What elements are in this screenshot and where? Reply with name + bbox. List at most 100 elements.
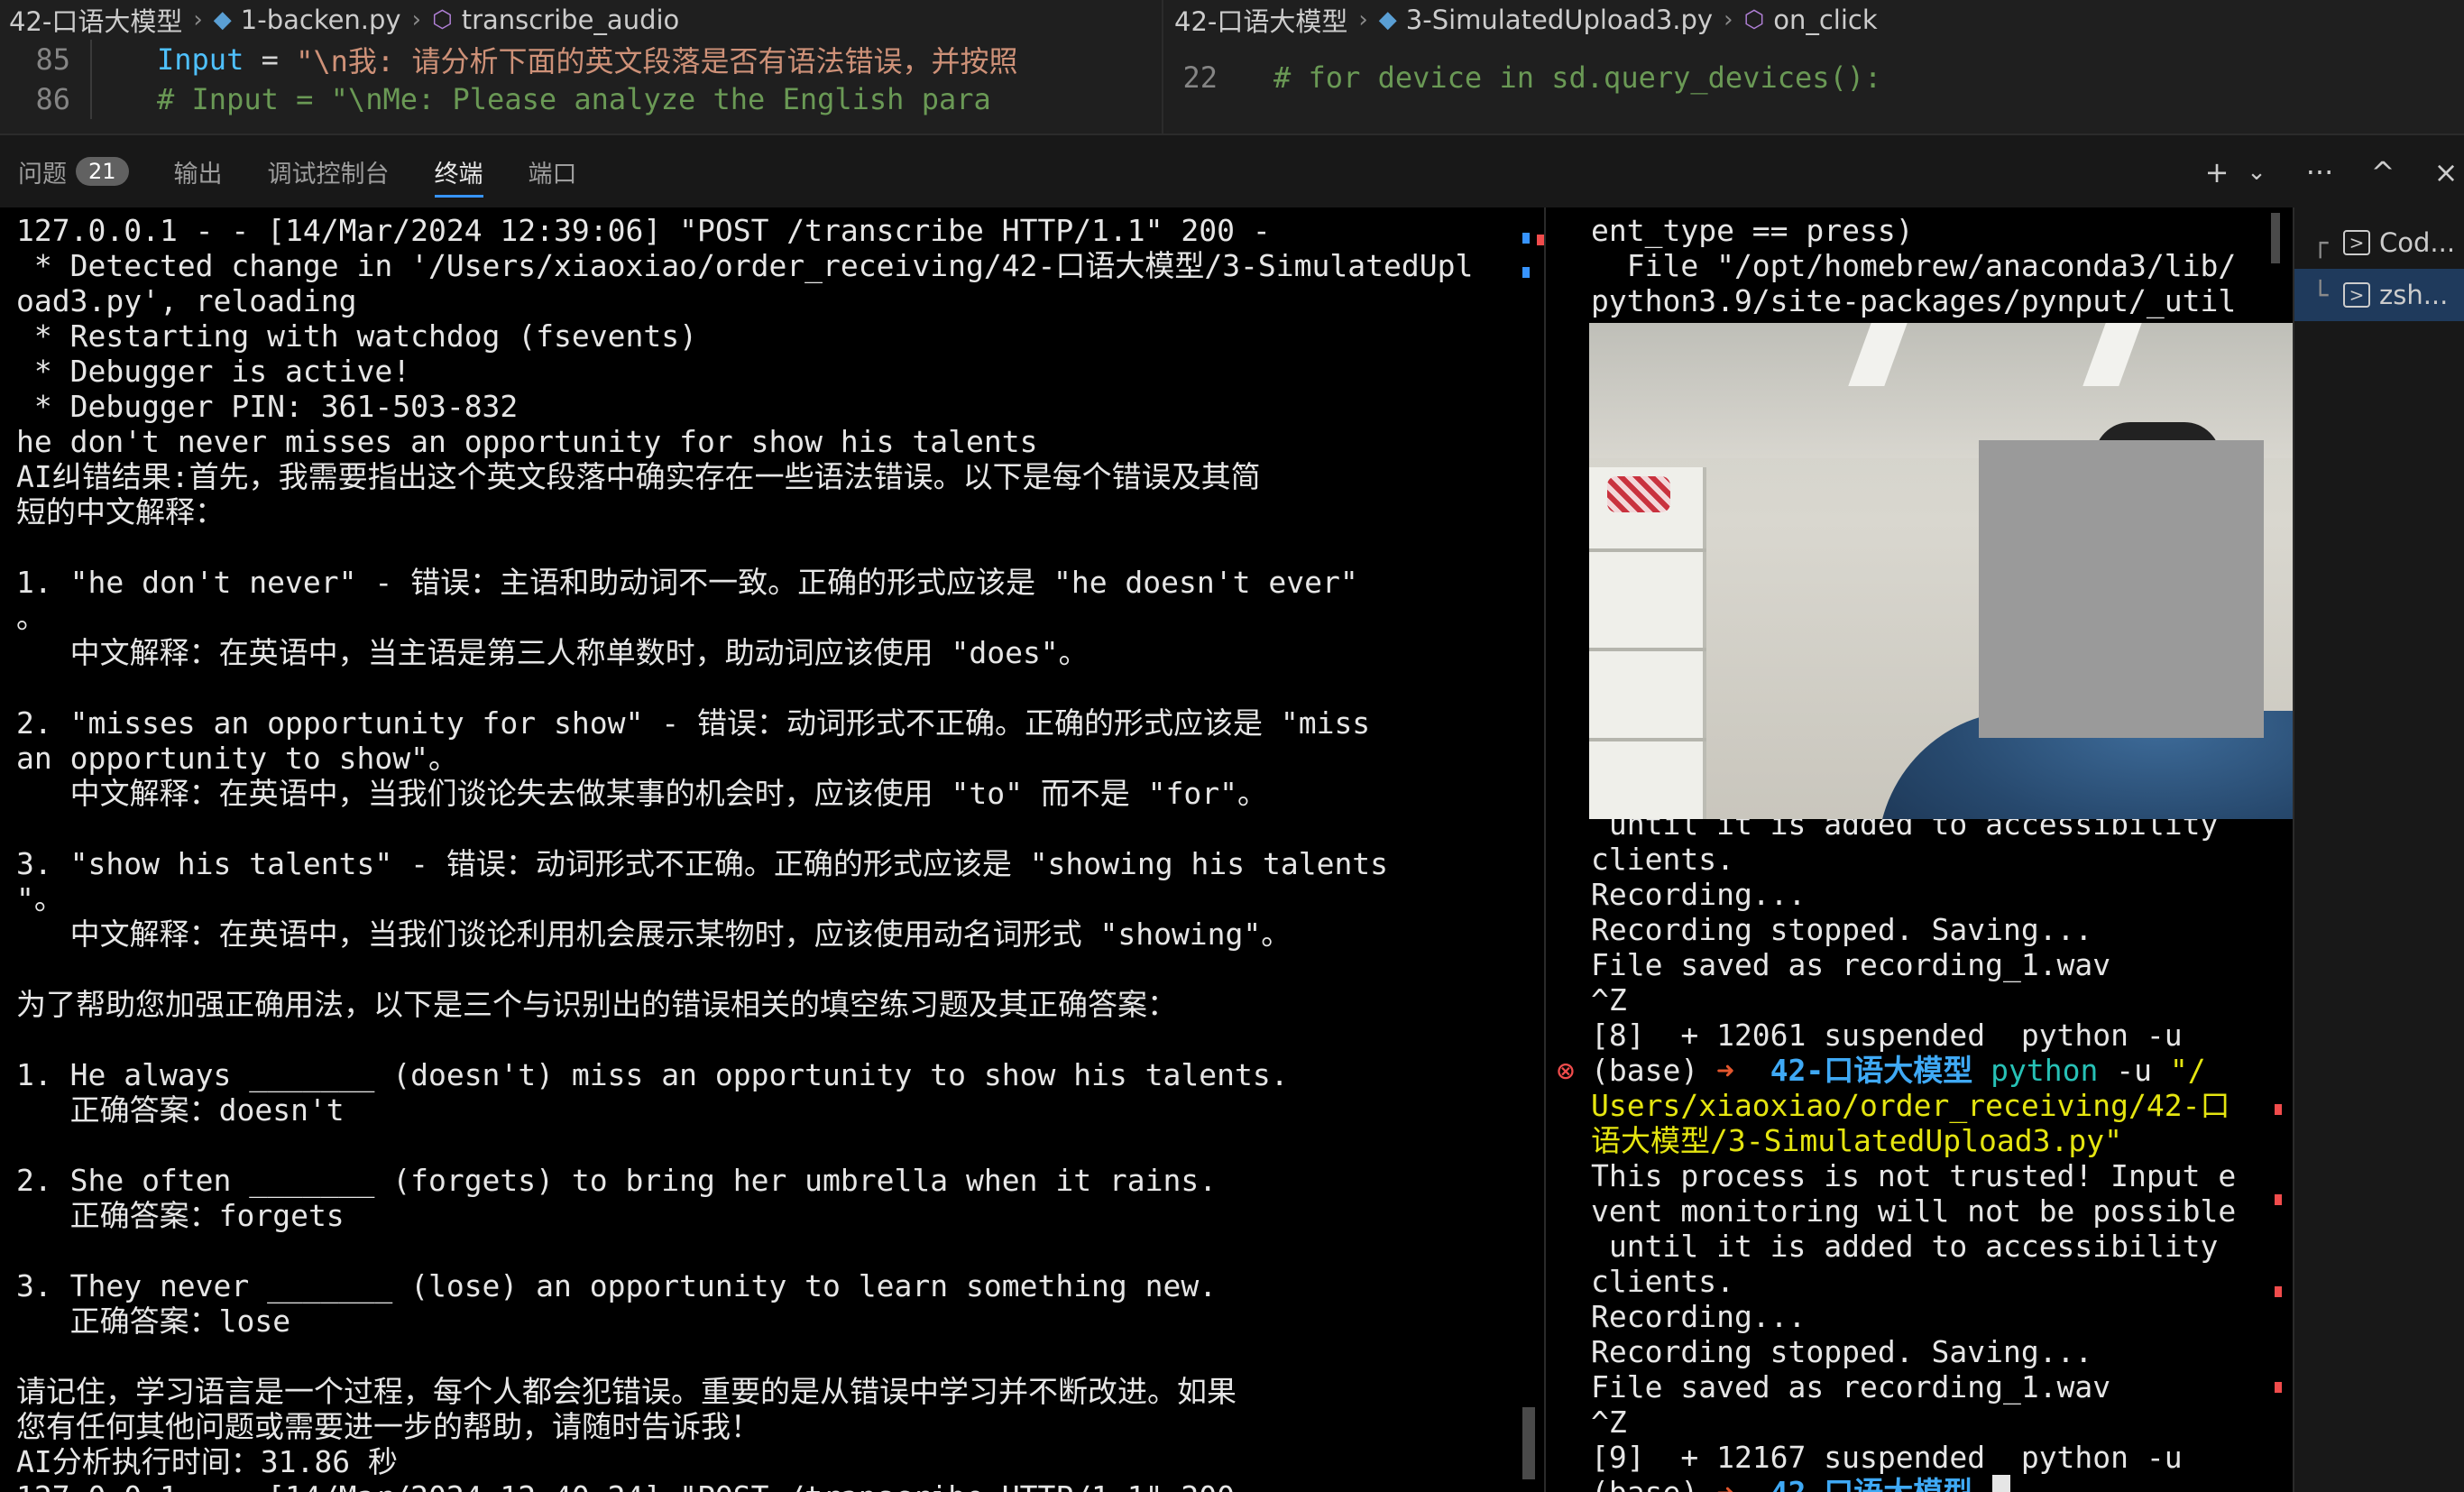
terminal-line: clients. bbox=[1591, 1264, 1734, 1299]
terminal-line: 中文解释：在英语中，当我们谈论利用机会展示某物时，应该使用动名词形式 "show… bbox=[16, 916, 1292, 952]
prompt-directory: 42-口语大模型 bbox=[1770, 1475, 1973, 1492]
terminal-line: ^Z bbox=[1591, 982, 1627, 1018]
editor-pane-right[interactable]: 42-口语大模型 › ◆ 3-SimulatedUpload3.py › ⬡ o… bbox=[1165, 0, 2464, 134]
maximize-panel-icon[interactable]: ^ bbox=[2365, 155, 2401, 189]
tab-output[interactable]: 输出 bbox=[174, 134, 223, 208]
breadcrumb-file[interactable]: 3-SimulatedUpload3.py bbox=[1406, 5, 1713, 35]
terminal-line: 请记住，学习语言是一个过程，每个人都会犯错误。重要的是从错误中学习并不断改进。如… bbox=[16, 1374, 1237, 1409]
terminal-line: oad3.py', reloading bbox=[16, 283, 357, 318]
command-path: "/ bbox=[2169, 1053, 2206, 1088]
shell-prompt[interactable]: (base) ➜ 42-口语大模型 bbox=[1591, 1475, 2236, 1492]
scroll-thumb[interactable] bbox=[1522, 1407, 1535, 1479]
white-shelf bbox=[1589, 467, 1706, 819]
terminal-line: "。 bbox=[16, 881, 64, 916]
terminal-line: he don't never misses an opportunity for… bbox=[16, 424, 1038, 459]
terminal-line: 您有任何其他问题或需要进一步的帮助，请随时告诉我！ bbox=[16, 1409, 760, 1444]
close-panel-icon[interactable]: × bbox=[2428, 155, 2464, 189]
code-line[interactable]: 85 Input = "\n我: 请分析下面的英文段落是否有语法错误，并按照 bbox=[0, 40, 1162, 79]
scroll-marker bbox=[2275, 1286, 2282, 1297]
scroll-marker bbox=[2275, 1194, 2282, 1205]
panel-actions: + ⌄ ··· ^ × bbox=[2172, 135, 2464, 209]
terminal-line: ^Z bbox=[1591, 1405, 1627, 1440]
terminal-line: Recording... bbox=[1591, 877, 1807, 912]
scrollbar[interactable] bbox=[1522, 207, 1544, 1492]
prompt-directory: 42-口语大模型 bbox=[1770, 1053, 1973, 1088]
new-terminal-icon[interactable]: + bbox=[2199, 155, 2235, 189]
scroll-thumb[interactable] bbox=[2271, 213, 2280, 263]
terminal-line: 正确答案：lose bbox=[16, 1303, 291, 1339]
scroll-marker bbox=[1537, 235, 1544, 245]
prompt-arrow: ➜ bbox=[1716, 1475, 1770, 1492]
terminal-list: ┌ > Cod... └ > zsh... bbox=[2293, 207, 2464, 1492]
tree-connector: ┌ bbox=[2312, 227, 2329, 258]
code-line[interactable]: 22 # for device in sd.query_devices(): bbox=[1165, 58, 2464, 97]
prompt-env: (base) bbox=[1591, 1475, 1716, 1492]
indent-guide bbox=[90, 79, 92, 119]
terminal-line: 2. She often _______ (forgets) to bring … bbox=[16, 1163, 1218, 1198]
terminal-line: 为了帮助您加强正确用法，以下是三个与识别出的错误相关的填空练习题及其正确答案： bbox=[16, 987, 1177, 1022]
terminal-cursor bbox=[1992, 1475, 2011, 1492]
terminal-line: Recording stopped. Saving... bbox=[1591, 912, 2093, 947]
error-status-icon[interactable]: ⊗ bbox=[1557, 1053, 1575, 1088]
terminal-list-item[interactable]: └ > zsh... bbox=[2294, 269, 2464, 321]
tab-problems[interactable]: 问题 21 bbox=[18, 134, 129, 208]
terminal-line: * Detected change in '/Users/xiaoxiao/or… bbox=[16, 248, 1474, 283]
chevron-right-icon: › bbox=[1724, 6, 1733, 33]
line-number: 22 bbox=[1182, 60, 1218, 95]
breadcrumb-folder[interactable]: 42-口语大模型 bbox=[9, 1, 182, 39]
terminal-list-item[interactable]: ┌ > Cod... bbox=[2294, 216, 2464, 269]
terminal-line: AI分析执行时间：31.86 秒 bbox=[16, 1444, 398, 1479]
breadcrumb-symbol[interactable]: transcribe_audio bbox=[462, 5, 680, 35]
code-line-partial bbox=[1165, 40, 2464, 58]
line-number: 86 bbox=[35, 82, 70, 116]
terminal-line: Recording stopped. Saving... bbox=[1591, 1334, 2093, 1369]
editor-pane-left[interactable]: 42-口语大模型 › ◆ 1-backen.py › ⬡ transcribe_… bbox=[0, 0, 1163, 134]
terminal-line: an opportunity to show"。 bbox=[16, 741, 458, 776]
prompt-arrow: ➜ bbox=[1716, 1053, 1770, 1088]
terminal-line: File saved as recording_1.wav bbox=[1591, 947, 2111, 982]
terminal-line: 1. "he don't never" - 错误：主语和助动词不一致。正确的形式… bbox=[16, 565, 1358, 600]
chevron-down-icon[interactable]: ⌄ bbox=[2239, 159, 2275, 186]
tab-label: 调试控制台 bbox=[267, 160, 390, 189]
terminal-name: zsh... bbox=[2379, 280, 2449, 310]
terminal-line: 短的中文解释： bbox=[16, 494, 225, 530]
breadcrumb-symbol[interactable]: on_click bbox=[1773, 5, 1877, 35]
problems-count-badge: 21 bbox=[76, 157, 129, 186]
terminal-line: clients. bbox=[1591, 842, 1734, 877]
terminal-line: 1. He always _______ (doesn't) miss an o… bbox=[16, 1057, 1289, 1092]
breadcrumb-folder[interactable]: 42-口语大模型 bbox=[1174, 1, 1347, 39]
tab-label: 端口 bbox=[528, 160, 577, 189]
terminal-line: * Debugger is active! bbox=[16, 354, 411, 389]
tab-debug-console[interactable]: 调试控制台 bbox=[268, 134, 390, 208]
indent-guide bbox=[90, 40, 92, 79]
terminal-line: 中文解释：在英语中，当我们谈论失去做某事的机会时，应该使用 "to" 而不是 "… bbox=[16, 776, 1268, 811]
face-blur-box bbox=[1979, 440, 2264, 738]
code-operator: = bbox=[244, 42, 297, 77]
terminal-line: AI纠错结果:首先，我需要指出这个英文段落中确实存在一些语法错误。以下是每个错误… bbox=[16, 459, 1261, 494]
breadcrumb-file[interactable]: 1-backen.py bbox=[241, 5, 401, 35]
command-path: Users/xiaoxiao/order_receiving/42-口 bbox=[1591, 1088, 2230, 1123]
terminal-output: ent_type == press) File "/opt/homebrew/a… bbox=[1591, 213, 2236, 318]
more-actions-icon[interactable]: ··· bbox=[2302, 155, 2338, 189]
terminal-left[interactable]: 127.0.0.1 - - [14/Mar/2024 12:39:06] "PO… bbox=[0, 207, 1544, 1492]
tab-label: 问题 bbox=[18, 160, 67, 189]
command-args: -u bbox=[2098, 1053, 2170, 1088]
code-comment: # Input = "\nMe: Please analyze the Engl… bbox=[157, 82, 991, 116]
tree-connector: └ bbox=[2312, 280, 2329, 310]
terminal-line: * Restarting with watchdog (fsevents) bbox=[16, 318, 697, 354]
panel-tab-bar: 问题 21 输出 调试控制台 终端 端口 + ⌄ ··· ^ × bbox=[0, 134, 2464, 207]
line-number: 85 bbox=[35, 42, 70, 77]
scroll-marker bbox=[2275, 1104, 2282, 1115]
terminal-line: 正确答案：doesn't bbox=[16, 1092, 345, 1128]
terminal-icon: > bbox=[2343, 230, 2370, 255]
tab-ports[interactable]: 端口 bbox=[529, 134, 577, 208]
terminal-line: [8] + 12061 suspended python -u bbox=[1591, 1018, 2183, 1053]
prompt-env: (base) bbox=[1591, 1053, 1717, 1088]
tab-terminal[interactable]: 终端 bbox=[434, 134, 483, 208]
code-line[interactable]: 86 # Input = "\nMe: Please analyze the E… bbox=[0, 79, 1162, 119]
